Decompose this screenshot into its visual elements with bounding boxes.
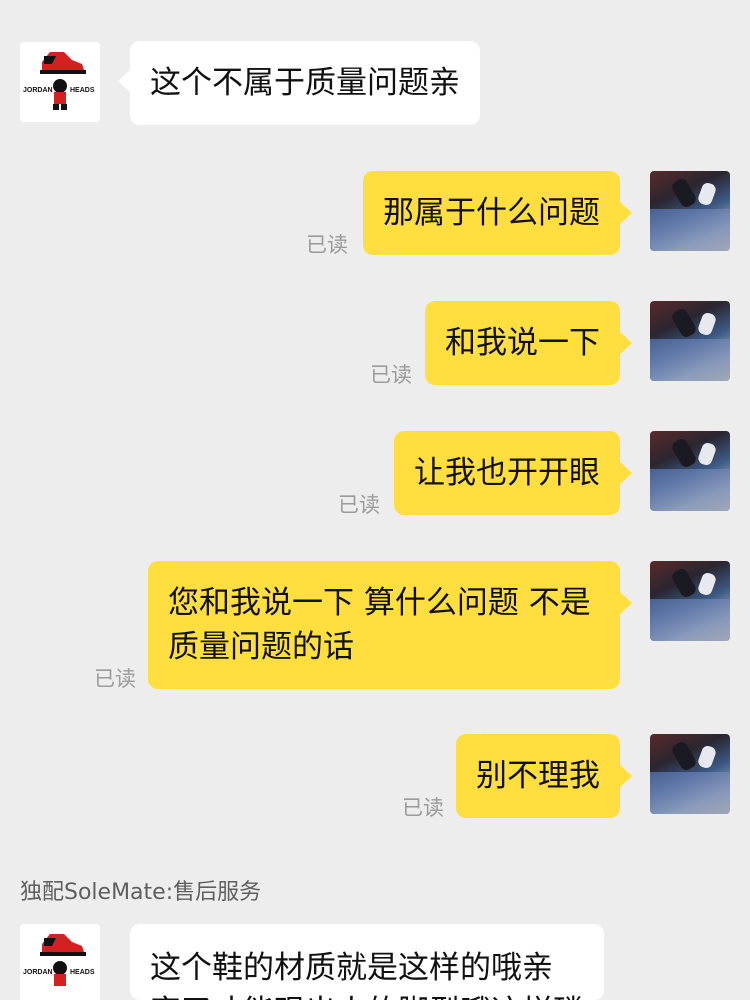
logo-text-heads: HEADS (70, 87, 95, 94)
user-avatar[interactable] (650, 171, 730, 251)
outgoing-message-bubble[interactable]: 和我说一下 (425, 301, 632, 385)
user-avatar[interactable] (650, 431, 730, 511)
message-text: 别不理我 (476, 758, 600, 794)
read-status: 已读 (370, 363, 412, 387)
jordan-heads-logo: JORDAN HEADS (20, 924, 100, 1000)
sender-name-label: 独配SoleMate:售后服务 (20, 880, 262, 905)
shop-avatar[interactable]: JORDAN HEADS (20, 924, 100, 1000)
user-avatar[interactable] (650, 301, 730, 381)
message-text: 那属于什么问题 (383, 195, 600, 231)
message-text: 让我也开开眼 (414, 455, 600, 491)
read-status: 已读 (306, 233, 348, 257)
message-text-line: 这个鞋的材质就是这样的哦亲 (150, 950, 553, 986)
chat-area: JORDAN HEADS 这个不属于质量问题亲 那属于什么问题 已读 和我说一下… (0, 0, 750, 1000)
read-status: 已读 (402, 796, 444, 820)
message-text: 这个不属于质量问题亲 (150, 65, 460, 101)
outgoing-message-bubble[interactable]: 让我也开开眼 (394, 431, 632, 515)
logo-text-jordan: JORDAN (23, 87, 53, 94)
user-avatar[interactable] (650, 561, 730, 641)
shop-avatar[interactable]: JORDAN HEADS (20, 42, 100, 122)
read-status: 已读 (94, 667, 136, 691)
jordan-heads-logo: JORDAN HEADS (20, 42, 100, 122)
message-text-line: 穿了才能现出人的脚型哦这样磷 (150, 990, 584, 1000)
outgoing-message-bubble[interactable]: 那属于什么问题 (363, 171, 632, 255)
logo-text-heads: HEADS (70, 969, 95, 976)
incoming-message-bubble[interactable]: 这个不属于质量问题亲 (118, 41, 480, 125)
logo-text-jordan: JORDAN (23, 969, 53, 976)
message-text: 您和我说一下 算什么问题 不是质量问题的话 (168, 585, 591, 665)
incoming-message-bubble[interactable]: 这个鞋的材质就是这样的哦亲 穿了才能现出人的脚型哦这样磷 (130, 924, 604, 1000)
outgoing-message-bubble[interactable]: 您和我说一下 算什么问题 不是质量问题的话 (148, 561, 632, 689)
user-avatar[interactable] (650, 734, 730, 814)
outgoing-message-bubble[interactable]: 别不理我 (456, 734, 632, 818)
message-text: 和我说一下 (445, 325, 600, 361)
read-status: 已读 (338, 493, 380, 517)
